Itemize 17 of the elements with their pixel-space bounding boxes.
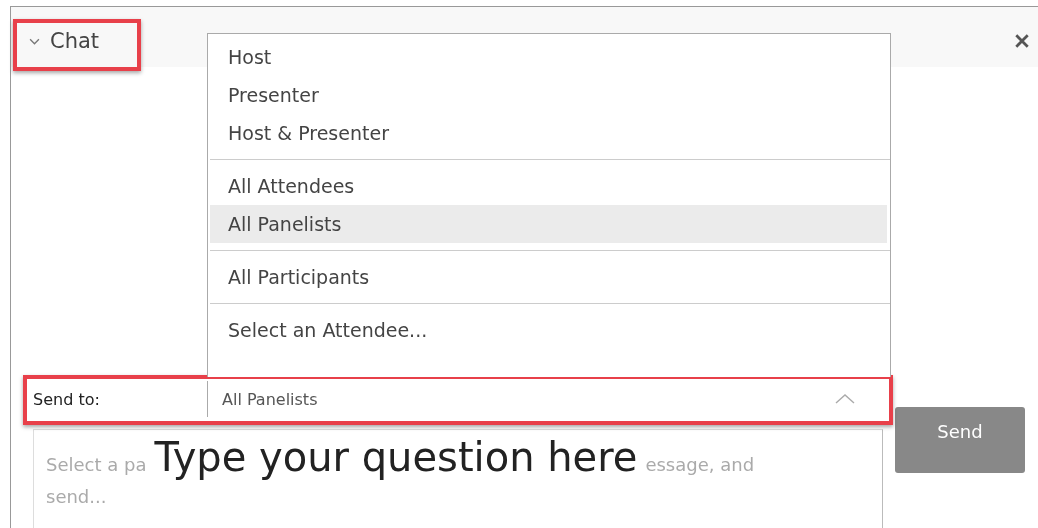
- send-to-label: Send to:: [33, 389, 101, 409]
- chevron-icon: [29, 37, 40, 45]
- menu-item[interactable]: Host: [210, 38, 887, 76]
- chat-toggle[interactable]: Chat: [23, 27, 106, 55]
- placeholder-text: essage, and: [645, 454, 755, 475]
- placeholder-text: send...: [46, 486, 107, 507]
- menu-item[interactable]: All Participants: [210, 258, 887, 296]
- recipient-dropdown[interactable]: All Panelists: [207, 381, 867, 417]
- menu-item[interactable]: All Attendees: [210, 167, 887, 205]
- message-field[interactable]: Select a pa Type your question here essage, and send...: [33, 429, 883, 528]
- menu-item[interactable]: Host & Presenter: [210, 114, 887, 152]
- annotation-text: Type your question here: [154, 433, 638, 482]
- send-button[interactable]: Send: [895, 407, 1025, 473]
- placeholder-text: Select a pa: [46, 454, 147, 475]
- menu-item[interactable]: All Panelists: [210, 205, 887, 243]
- menu-item[interactable]: Presenter: [210, 76, 887, 114]
- menu-item[interactable]: Select an Attendee...: [210, 311, 887, 349]
